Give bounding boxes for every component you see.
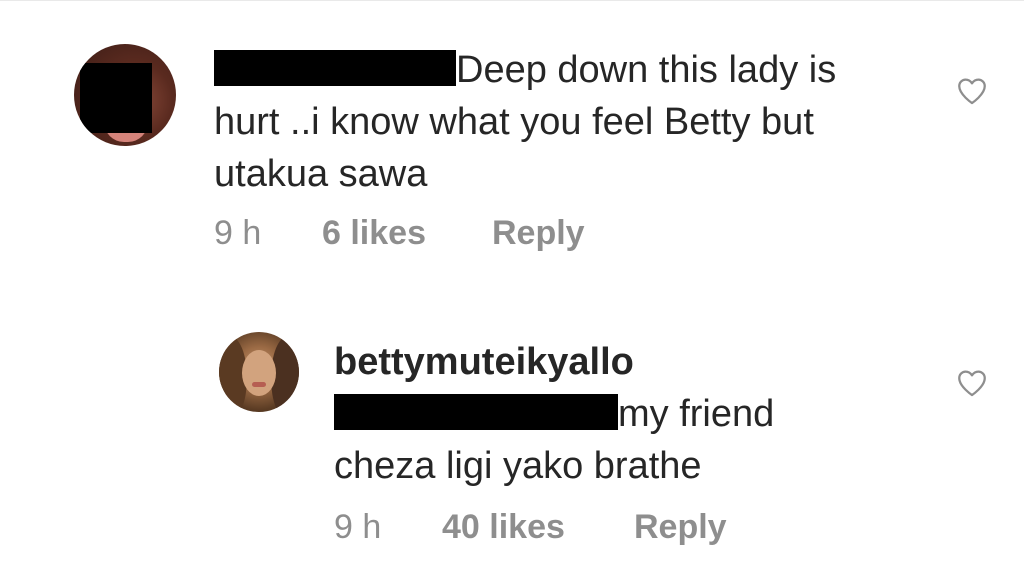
avatar[interactable] — [74, 44, 176, 146]
reply-button[interactable]: Reply — [492, 214, 585, 253]
likes-count[interactable]: 40 likes — [442, 508, 565, 547]
comment-text-line: Deep down this lady is — [456, 49, 837, 91]
heart-outline-icon[interactable] — [955, 366, 989, 400]
avatar-detail — [242, 350, 276, 396]
comments-view: Deep down this lady is hurt ..i know wha… — [0, 0, 1024, 566]
redacted-mention — [334, 394, 618, 430]
comment-time: 9 h — [214, 214, 262, 252]
censor-box — [80, 63, 152, 133]
comment-text-line: hurt ..i know what you feel Betty but — [214, 101, 814, 143]
likes-count[interactable]: 6 likes — [322, 214, 426, 253]
comment-meta: 9 h 6 likes Reply — [214, 214, 634, 258]
comment-meta: 9 h 40 likes Reply — [334, 508, 754, 552]
comment-text: bettymuteikyallo my friend cheza ligi ya… — [334, 336, 934, 492]
reply-button[interactable]: Reply — [634, 508, 727, 547]
username-link[interactable]: bettymuteikyallo — [334, 341, 634, 383]
avatar-detail — [252, 382, 266, 387]
heart-outline-icon[interactable] — [955, 74, 989, 108]
redacted-username — [214, 50, 456, 86]
avatar[interactable] — [219, 332, 299, 412]
comment-text: Deep down this lady is hurt ..i know wha… — [214, 44, 914, 200]
comment-text-line: my friend — [618, 393, 775, 435]
reply-comment: bettymuteikyallo my friend cheza ligi ya… — [0, 300, 1024, 566]
comment: Deep down this lady is hurt ..i know wha… — [0, 0, 1024, 280]
comment-text-line: cheza ligi yako brathe — [334, 445, 702, 487]
comment-text-line: utakua sawa — [214, 153, 428, 195]
comment-time: 9 h — [334, 508, 382, 546]
